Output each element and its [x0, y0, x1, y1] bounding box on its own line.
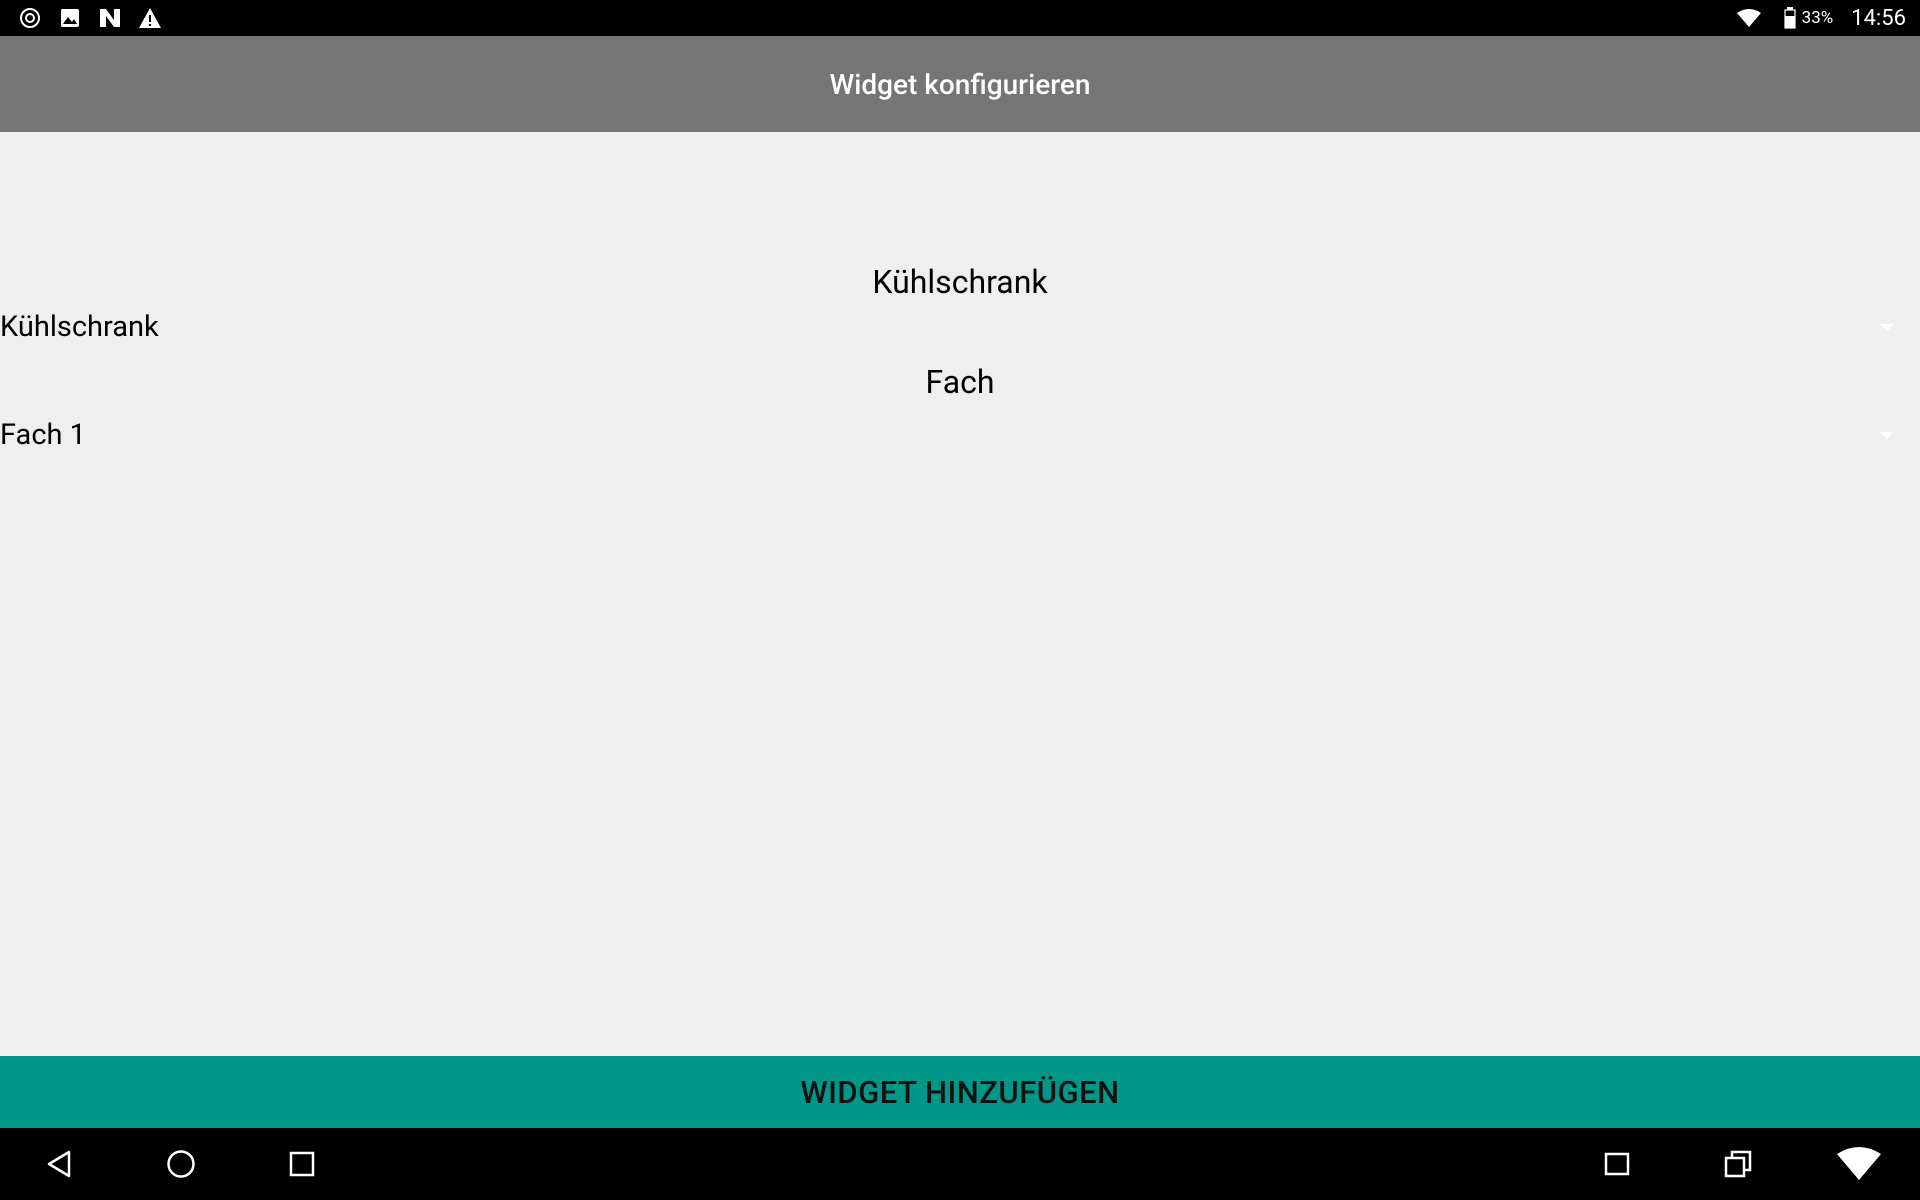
wifi-icon	[1736, 8, 1762, 28]
app-bar: Widget konfigurieren	[0, 36, 1920, 132]
fridge-label: Kühlschrank	[872, 263, 1048, 301]
compartment-spinner-value: Fach 1	[0, 418, 86, 452]
image-icon	[58, 6, 82, 30]
battery-percent: 33%	[1801, 8, 1834, 28]
window-icon[interactable]	[1577, 1128, 1657, 1200]
fridge-spinner[interactable]: Kühlschrank	[0, 305, 1920, 349]
back-icon[interactable]	[20, 1128, 100, 1200]
multi-window-icon[interactable]	[1698, 1128, 1778, 1200]
add-widget-button[interactable]: WIDGET HINZUFÜGEN	[0, 1056, 1920, 1128]
navigation-bar	[0, 1128, 1920, 1200]
fridge-spinner-value: Kühlschrank	[0, 310, 159, 344]
compartment-label: Fach	[925, 363, 995, 401]
compartment-spinner[interactable]: Fach 1	[0, 413, 1920, 457]
wifi-icon[interactable]	[1819, 1128, 1899, 1200]
dropdown-arrow-icon	[1880, 432, 1894, 439]
recents-icon[interactable]	[262, 1128, 342, 1200]
battery-icon	[1784, 7, 1796, 29]
dropdown-arrow-icon	[1880, 324, 1894, 331]
warning-icon	[138, 6, 162, 30]
clock: 14:56	[1851, 5, 1906, 31]
status-icons-right: 33% 14:56	[1736, 0, 1906, 36]
status-icons-left	[18, 6, 178, 30]
n-logo-icon	[98, 6, 122, 30]
status-bar: 33% 14:56	[0, 0, 1920, 36]
page-title: Widget konfigurieren	[829, 67, 1091, 101]
home-icon[interactable]	[141, 1128, 221, 1200]
location-icon	[18, 6, 42, 30]
